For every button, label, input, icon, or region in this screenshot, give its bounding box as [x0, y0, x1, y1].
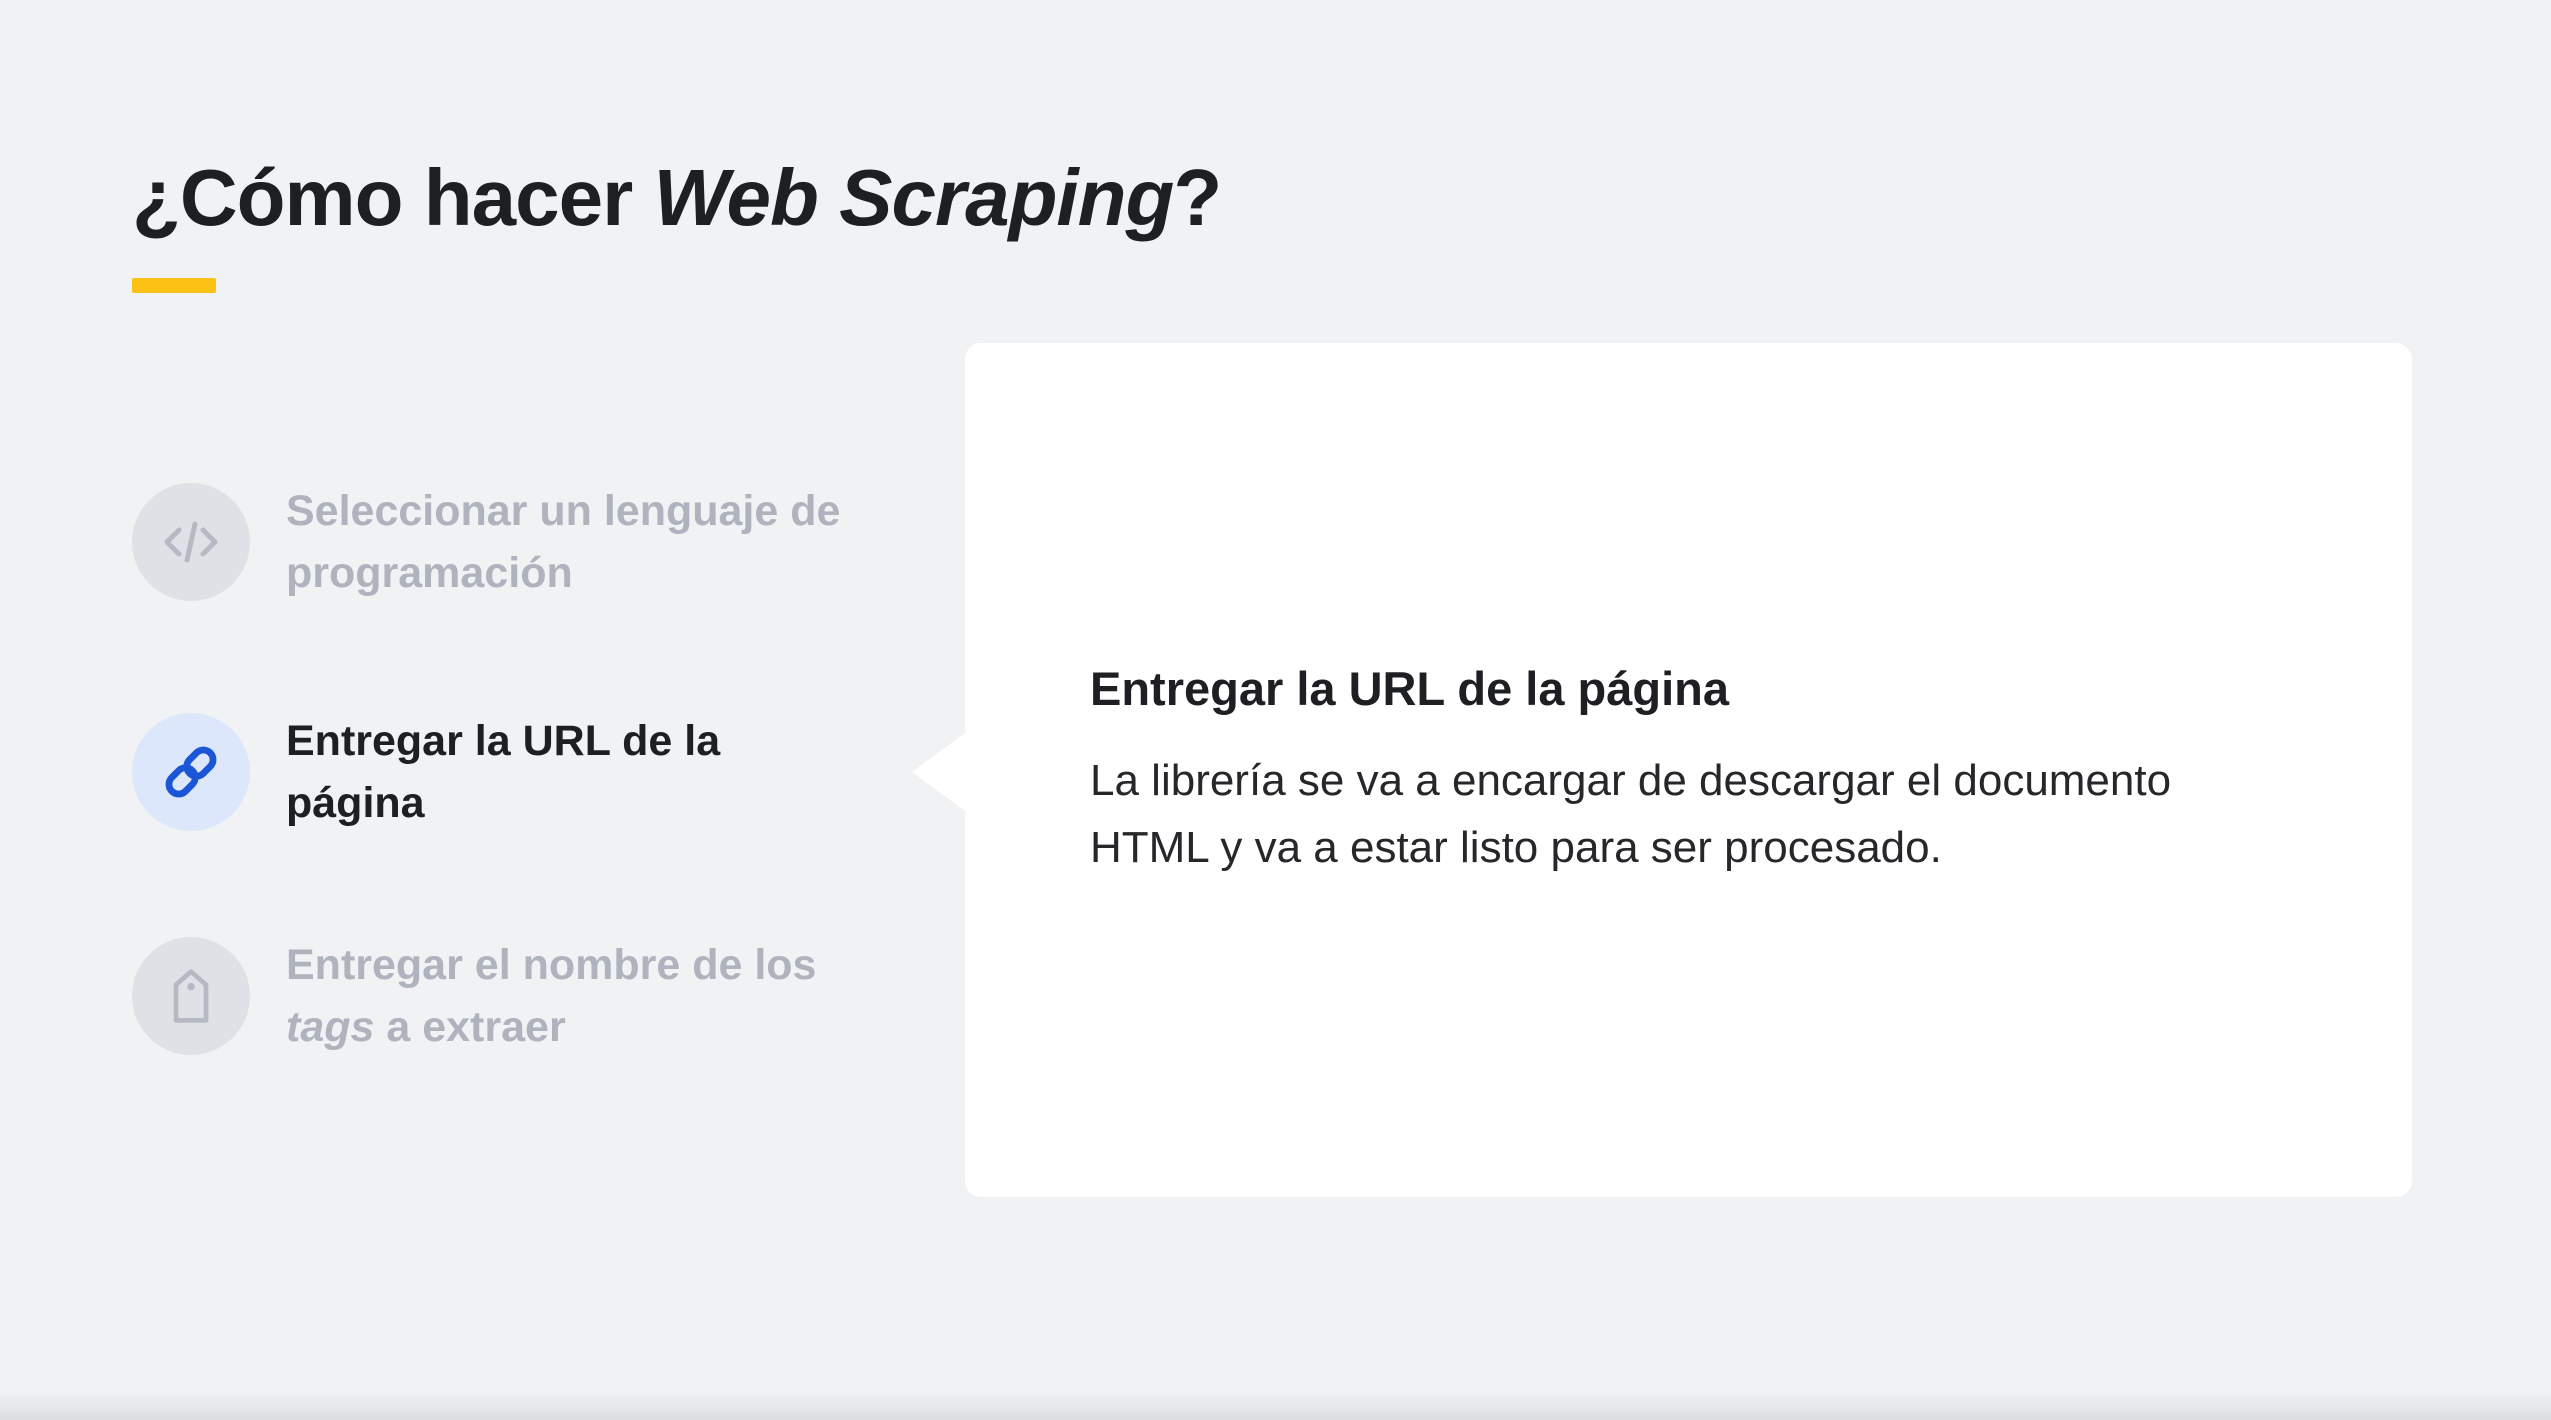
step-icon-circle [132, 483, 250, 601]
step-label: Entregar la URL de la página [286, 717, 721, 827]
detail-card: Entregar la URL de la página La librería… [965, 343, 2412, 1197]
card-pointer [912, 732, 966, 812]
step-url[interactable]: Entregar la URL de la página [132, 710, 846, 834]
step-icon-circle [132, 713, 250, 831]
title-prefix: ¿Cómo hacer [132, 153, 654, 242]
code-icon [164, 521, 218, 563]
title-underline [132, 278, 216, 293]
step-select-language[interactable]: Seleccionar un lenguaje de programación [132, 480, 846, 604]
step-icon-circle [132, 937, 250, 1055]
title-emphasis: Web Scraping [653, 153, 1174, 242]
tag-icon [173, 969, 209, 1023]
title-suffix: ? [1173, 153, 1222, 242]
slide-title: ¿Cómo hacer Web Scraping? [132, 150, 1222, 246]
step-label-emphasis: tags [286, 1003, 375, 1051]
slide: ¿Cómo hacer Web Scraping? Seleccionar un… [0, 0, 2551, 1420]
link-icon [165, 746, 217, 798]
step-tags[interactable]: Entregar el nombre de los tags a extraer [132, 934, 846, 1058]
detail-card-text: La librería se va a encargar de descarga… [1090, 756, 2172, 872]
bottom-shade [0, 1390, 2551, 1420]
detail-card-title: Entregar la URL de la página [1090, 662, 1730, 715]
step-label: Seleccionar un lenguaje de programación [286, 487, 841, 597]
step-label-prefix: Entregar el nombre de los [286, 941, 817, 989]
step-label: Entregar el nombre de los tags a extraer [286, 934, 846, 1058]
step-label-suffix: a extraer [374, 1003, 566, 1051]
